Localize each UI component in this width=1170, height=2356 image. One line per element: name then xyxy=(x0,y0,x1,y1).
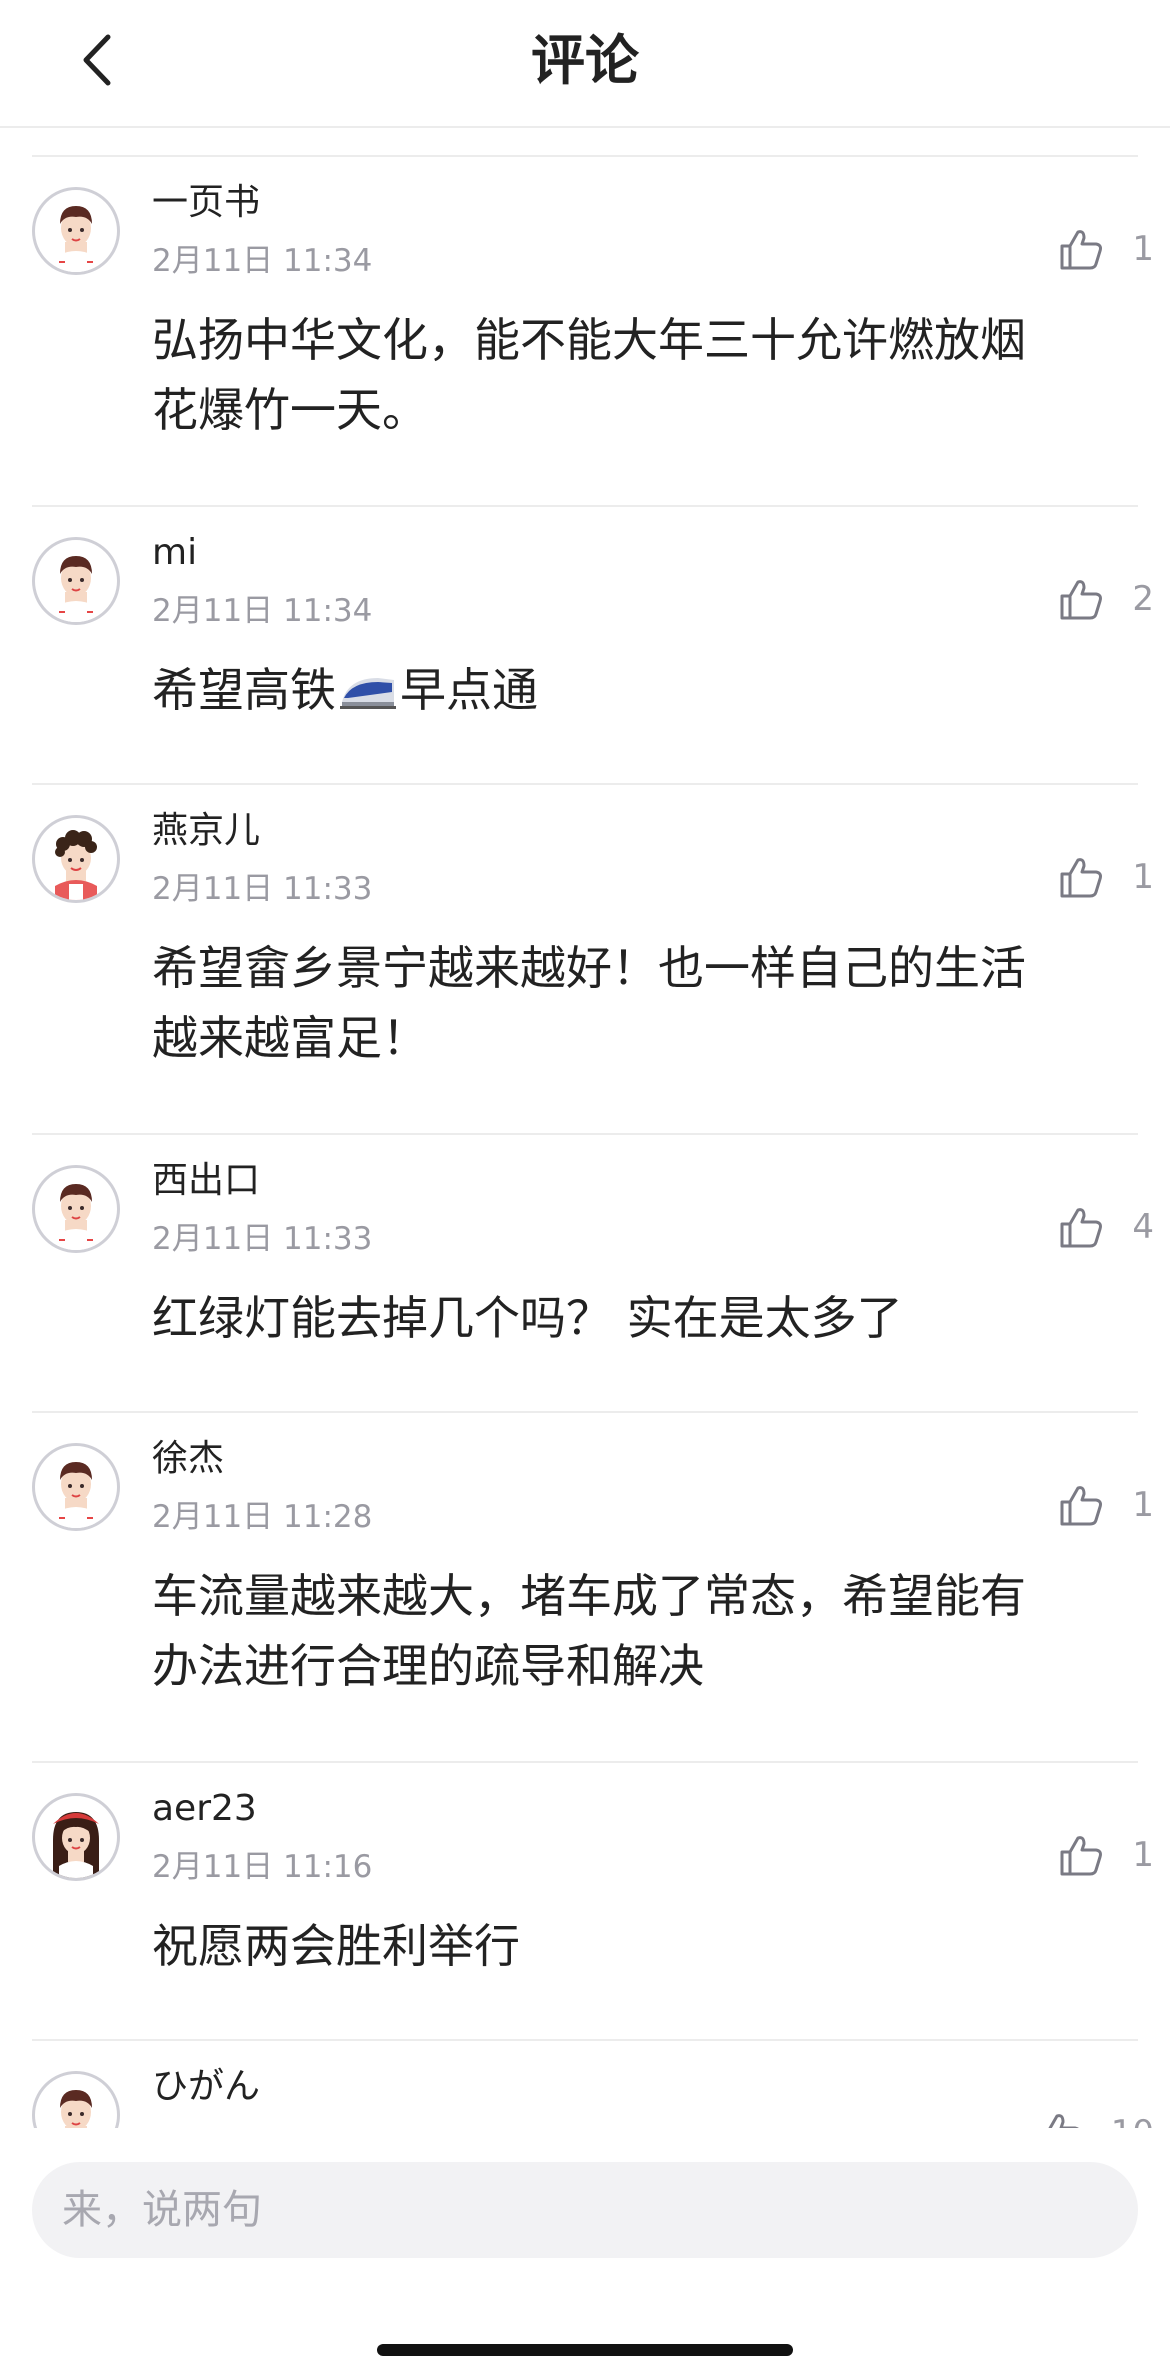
comment-content: 红绿灯能去掉几个吗？ 实在是太多了 xyxy=(152,1283,1112,1353)
like-button[interactable]: 1 xyxy=(1056,849,1154,905)
comment-input-placeholder: 来，说两句 xyxy=(62,2187,262,2233)
comment-time: 2月11日 11:33 xyxy=(152,871,373,907)
username[interactable]: mi xyxy=(152,529,197,577)
high-speed-train-emoji xyxy=(340,678,396,709)
thumbs-up-icon xyxy=(1060,1208,1103,1248)
like-button[interactable]: 2 xyxy=(1056,571,1154,627)
like-count: 4 xyxy=(1132,1207,1154,1247)
comment-content: 祝愿两会胜利举行 xyxy=(152,1911,1112,1981)
thumbs-up-icon xyxy=(1060,230,1103,270)
thumbs-up-icon xyxy=(1060,858,1103,898)
user-avatar[interactable] xyxy=(32,815,120,903)
like-count: 2 xyxy=(1132,579,1154,619)
comment-item: 徐杰 2月11日 11:28 1 车流量越来越大，堵车成了常态，希望能有 办法进… xyxy=(0,1413,1170,1763)
comment-item: mi 2月11日 11:34 2 希望高铁 早点通 xyxy=(0,507,1170,785)
comment-content: 希望高铁 早点通 xyxy=(152,655,1112,725)
man-avatar-icon xyxy=(57,1184,95,1250)
comment-time: 2月11日 11:34 xyxy=(152,243,373,279)
man-avatar-icon xyxy=(60,2090,92,2128)
comment-time: 2月11日 11:16 xyxy=(152,1849,373,1885)
user-avatar[interactable] xyxy=(32,1443,120,1531)
comment-content: 希望畲乡景宁越来越好！也一样自己的生活 越来越富足！ xyxy=(152,933,1112,1073)
like-count: 1 xyxy=(1132,857,1154,897)
user-avatar[interactable] xyxy=(32,2071,120,2128)
man-avatar-icon xyxy=(57,556,95,622)
top-nav-bar: 评论 xyxy=(0,0,1170,128)
comment-list[interactable]: 一页书 2月11日 11:34 1 弘扬中华文化，能不能大年三十允许燃放烟 花爆… xyxy=(0,128,1170,2128)
comment-text-line: 越来越富足！ xyxy=(152,1011,428,1065)
like-count: 10 xyxy=(1111,2108,1154,2128)
man-avatar-icon xyxy=(57,206,95,272)
like-count: 1 xyxy=(1132,229,1154,269)
comment-time: 2月11日 11:28 xyxy=(152,1499,373,1535)
username[interactable]: 一页书 xyxy=(152,179,260,227)
comment-text-line: 弘扬中华文化，能不能大年三十允许燃放烟 xyxy=(152,313,1026,367)
user-avatar[interactable] xyxy=(32,1165,120,1253)
comment-text: 希望高铁 xyxy=(152,663,336,717)
like-button[interactable]: 1 xyxy=(1056,1827,1154,1883)
woman-avatar-icon xyxy=(53,1812,99,1878)
user-avatar[interactable] xyxy=(32,1793,120,1881)
username[interactable]: aer23 xyxy=(152,1785,257,1833)
like-button[interactable]: 1 xyxy=(1056,1477,1154,1533)
comment-input[interactable]: 来，说两句 xyxy=(32,2162,1138,2258)
comment-text-line: 办法进行合理的疏导和解决 xyxy=(152,1639,704,1693)
comment-item: aer23 2月11日 11:16 1 祝愿两会胜利举行 xyxy=(0,1763,1170,2041)
man-avatar-icon xyxy=(57,1462,95,1528)
like-button[interactable]: 1 xyxy=(1056,221,1154,277)
username[interactable]: 燕京儿 xyxy=(152,807,260,855)
comment-text-line: 花爆竹一天。 xyxy=(152,383,428,437)
comment-text-line: 希望畲乡景宁越来越好！也一样自己的生活 xyxy=(152,941,1026,995)
comment-content: 车流量越来越大，堵车成了常态，希望能有 办法进行合理的疏导和解决 xyxy=(152,1561,1112,1701)
comment-text-line: 祝愿两会胜利举行 xyxy=(152,1919,520,1973)
like-button[interactable]: 10 xyxy=(1035,2105,1154,2128)
comment-item: ひがん 10 xyxy=(0,2041,1170,2128)
comment-item: 燕京儿 2月11日 11:33 1 希望畲乡景宁越来越好！也一样自己的生活 越来… xyxy=(0,785,1170,1135)
curly-hair-avatar-icon xyxy=(55,830,97,900)
thumbs-up-icon xyxy=(1060,1486,1103,1526)
thumbs-up-icon xyxy=(1060,1836,1103,1876)
username[interactable]: 西出口 xyxy=(152,1157,260,1205)
thumbs-up-icon xyxy=(1048,2114,1079,2128)
like-button[interactable]: 4 xyxy=(1056,1199,1154,1255)
comment-item: 西出口 2月11日 11:33 4 红绿灯能去掉几个吗？ 实在是太多了 xyxy=(0,1135,1170,1413)
comment-time: 2月11日 11:33 xyxy=(152,1221,373,1257)
comment-text-line: 车流量越来越大，堵车成了常态，希望能有 xyxy=(152,1569,1026,1623)
comment-time: 2月11日 11:34 xyxy=(152,593,373,629)
comment-item: 一页书 2月11日 11:34 1 弘扬中华文化，能不能大年三十允许燃放烟 花爆… xyxy=(0,157,1170,507)
username[interactable]: ひがん xyxy=(152,2063,260,2111)
comments-page: 评论 一页书 2月11日 11:34 1 弘扬中华文化，能不能大年三十允许燃放烟… xyxy=(0,0,1170,2356)
username[interactable]: 徐杰 xyxy=(152,1435,224,1483)
user-avatar[interactable] xyxy=(32,187,120,275)
page-title: 评论 xyxy=(531,29,639,92)
comment-text-line: 红绿灯能去掉几个吗？ 实在是太多了 xyxy=(152,1291,903,1345)
like-count: 1 xyxy=(1132,1485,1154,1525)
comment-content: 弘扬中华文化，能不能大年三十允许燃放烟 花爆竹一天。 xyxy=(152,305,1112,445)
like-count: 1 xyxy=(1132,1835,1154,1875)
user-avatar[interactable] xyxy=(32,537,120,625)
home-indicator[interactable] xyxy=(377,2344,793,2356)
comment-text: 早点通 xyxy=(400,663,538,717)
thumbs-up-icon xyxy=(1060,580,1103,620)
